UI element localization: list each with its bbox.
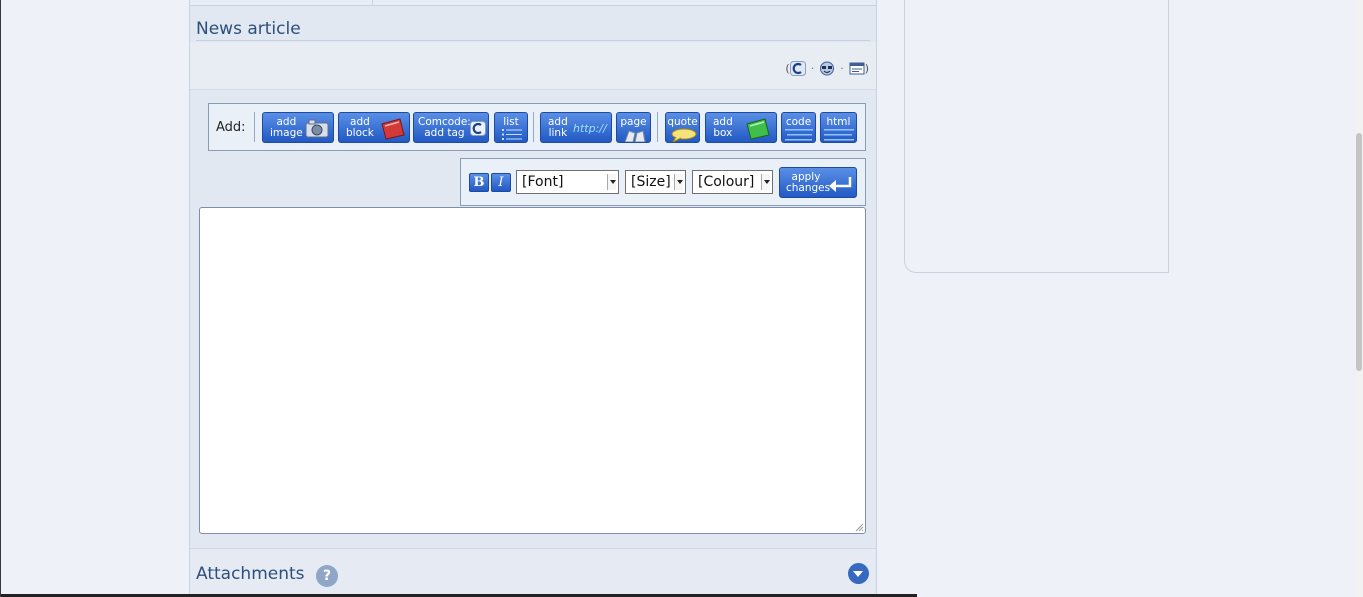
add-box-label: add box — [713, 116, 733, 139]
list-icon — [502, 129, 522, 140]
camera-icon — [305, 119, 329, 138]
html-button[interactable]: html — [820, 112, 857, 143]
help-icon[interactable]: ? — [316, 565, 338, 587]
add-link-label: add link — [548, 116, 568, 139]
attachments-section-header[interactable]: Attachments ? — [190, 548, 876, 597]
comcode-logo-icon[interactable] — [789, 60, 806, 76]
tab-divider — [372, 0, 373, 6]
section-title: News article — [196, 19, 301, 39]
comcode-tag-icon — [470, 121, 486, 136]
block-icon — [381, 118, 405, 140]
list-label: list — [503, 116, 519, 128]
quote-bubble-icon — [671, 128, 697, 142]
toolbar-divider — [657, 112, 658, 142]
scrollbar-thumb[interactable] — [1356, 133, 1362, 371]
page-icon — [624, 130, 646, 142]
apply-changes-button[interactable]: apply changes — [779, 167, 857, 198]
chevron-down-icon — [761, 174, 770, 190]
size-select-value: [Size] — [631, 174, 671, 190]
http-link-icon: http:// — [573, 122, 607, 135]
add-image-label: add image — [270, 116, 303, 139]
add-block-label: add block — [346, 116, 374, 139]
formatting-toolbar: B I [Font] [Size] [Colour] apply changes — [460, 158, 866, 206]
chevron-down-icon — [674, 174, 683, 190]
code-icon — [785, 129, 813, 141]
page-viewport: News article ( · · ) Add: add image add … — [0, 0, 1355, 597]
colour-select-value: [Colour] — [698, 174, 755, 190]
toolbar-divider — [533, 112, 534, 142]
article-text-editor[interactable] — [199, 207, 866, 534]
comcode-add-tag-button[interactable]: Comcode: add tag — [413, 112, 489, 143]
bold-button[interactable]: B — [469, 173, 489, 192]
toolbar-divider — [254, 112, 255, 142]
font-select[interactable]: [Font] — [516, 170, 619, 194]
italic-button[interactable]: I — [491, 173, 511, 192]
return-arrow-icon — [829, 177, 852, 192]
emoticon-icon[interactable] — [819, 61, 835, 76]
comcode-links: ( · · ) — [785, 60, 869, 76]
add-label: Add: — [216, 120, 246, 135]
code-button[interactable]: code — [781, 112, 816, 143]
wysiwyg-toggle-icon[interactable] — [849, 61, 865, 76]
apply-changes-label: apply changes — [786, 171, 831, 194]
comcode-add-tag-label: Comcode: add tag — [418, 116, 471, 139]
box-icon — [746, 118, 770, 140]
comcode-options-row: ( · · ) — [190, 42, 876, 90]
page-button[interactable]: page — [616, 112, 651, 143]
section-header: News article — [196, 20, 870, 41]
vertical-scrollbar[interactable] — [1355, 0, 1363, 597]
chevron-down-icon — [607, 174, 616, 190]
separator-dot: · — [810, 61, 815, 75]
comcode-toolbar: Add: add image add block Comcode: add ta… — [208, 103, 866, 151]
expand-down-icon[interactable] — [848, 563, 869, 584]
colour-select[interactable]: [Colour] — [692, 170, 773, 194]
attachments-title: Attachments — [196, 564, 305, 584]
quote-button[interactable]: quote — [665, 112, 700, 143]
size-select[interactable]: [Size] — [625, 170, 686, 194]
html-code-icon — [824, 129, 854, 141]
add-block-button[interactable]: add block — [338, 112, 410, 143]
font-select-value: [Font] — [522, 174, 564, 190]
list-button[interactable]: list — [494, 112, 528, 143]
side-panel — [904, 0, 1169, 273]
top-tab-strip — [190, 0, 876, 6]
resize-grip-icon[interactable] — [855, 523, 864, 532]
main-column: News article ( · · ) Add: add image add … — [189, 0, 877, 597]
separator-dot: · — [840, 61, 844, 75]
add-link-button[interactable]: add link http:// — [540, 112, 612, 143]
close-paren: ) — [864, 61, 869, 75]
add-image-button[interactable]: add image — [262, 112, 334, 143]
add-box-button[interactable]: add box — [705, 112, 777, 143]
